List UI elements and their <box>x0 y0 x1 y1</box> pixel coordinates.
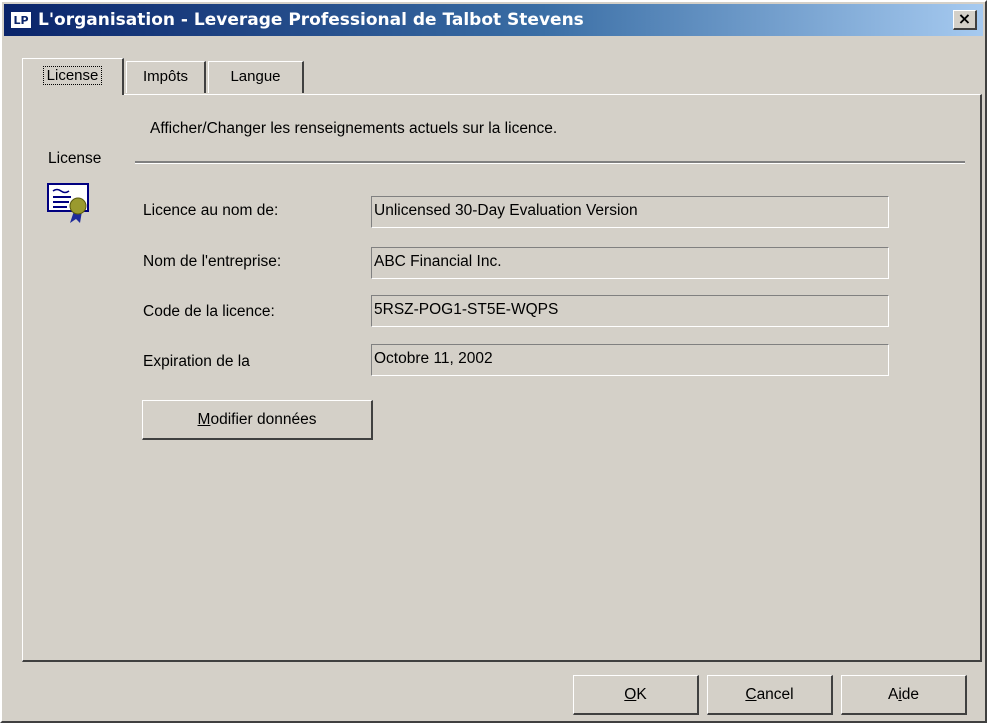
tab-langue[interactable]: Langue <box>208 61 304 93</box>
company-label: Nom de l'entreprise: <box>143 253 282 270</box>
modify-label-rest: odifier données <box>210 410 317 428</box>
app-icon: LP <box>10 11 32 29</box>
close-button[interactable]: × <box>953 10 977 30</box>
help-button[interactable]: Aide <box>841 675 967 715</box>
tab-license[interactable]: License <box>22 58 124 95</box>
ok-button[interactable]: OK <box>573 675 699 715</box>
licensee-field: Unlicensed 30-Day Evaluation Version <box>371 196 889 228</box>
modify-data-button[interactable]: Modifier données <box>142 400 373 440</box>
license-code-field: 5RSZ-POG1-ST5E-WQPS <box>371 295 889 327</box>
tab-impots[interactable]: Impôts <box>126 61 206 93</box>
title-bar[interactable]: LP L'organisation - Leverage Professiona… <box>4 4 983 36</box>
cancel-label-rest: ancel <box>756 685 794 703</box>
certificate-icon <box>47 183 89 223</box>
tab-impots-label: Impôts <box>142 68 188 85</box>
company-field: ABC Financial Inc. <box>371 247 889 279</box>
expiration-label: Expiration de la <box>143 353 250 370</box>
help-label-rest: de <box>901 685 920 703</box>
cancel-accel-key: C <box>745 685 757 703</box>
license-code-label: Code de la licence: <box>143 303 275 320</box>
cancel-button[interactable]: Cancel <box>707 675 833 715</box>
license-tab-panel: Afficher/Changer les renseignements actu… <box>22 94 982 662</box>
help-label-pre: A <box>887 685 899 703</box>
ok-label-rest: K <box>636 685 647 703</box>
close-icon: × <box>957 9 972 28</box>
tab-langue-label: Langue <box>230 68 281 85</box>
ok-accel-key: O <box>624 685 637 703</box>
window-title: L'organisation - Leverage Professional d… <box>38 10 584 30</box>
license-group-label: License <box>48 150 102 167</box>
group-divider <box>135 161 965 164</box>
expiration-field: Octobre 11, 2002 <box>371 344 889 376</box>
modify-accel-key: M <box>197 410 211 428</box>
tab-license-label: License <box>42 66 103 85</box>
panel-description: Afficher/Changer les renseignements actu… <box>150 120 558 137</box>
license-dialog: LP L'organisation - Leverage Professiona… <box>0 0 987 723</box>
licensee-label: Licence au nom de: <box>143 202 279 219</box>
